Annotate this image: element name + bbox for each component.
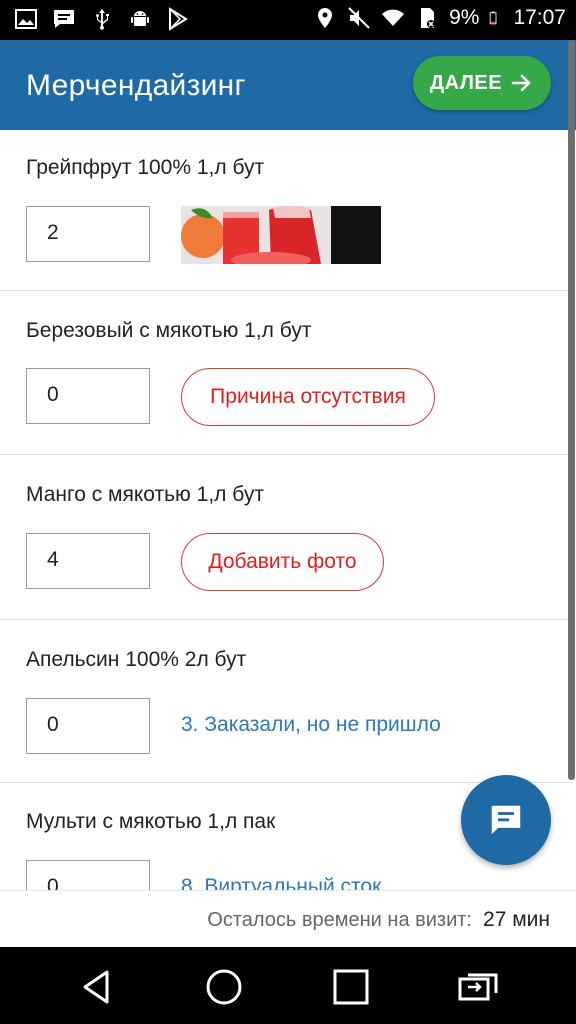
quantity-value: 2 [47, 221, 59, 244]
arrow-right-icon [511, 74, 531, 92]
list-item: Грейпфрут 100% 1,л бут 2 [0, 130, 570, 291]
quantity-value: 0 [47, 875, 59, 890]
next-button-label: ДАЛЕЕ [429, 71, 503, 94]
absence-status-link[interactable]: 8. Виртуальный сток [181, 875, 381, 890]
product-photo-thumbnail[interactable] [181, 206, 381, 264]
product-title: Манго с мякотью 1,л бут [26, 483, 264, 506]
play-store-icon [169, 7, 188, 31]
absence-reason-button[interactable]: Причина отсутствия [181, 368, 435, 426]
usb-icon [96, 9, 109, 30]
mute-icon [348, 7, 370, 29]
chat-fab-button[interactable] [461, 775, 551, 865]
message-icon [54, 10, 74, 28]
app-bar: Мерчендайзинг ДАЛЕЕ [0, 40, 576, 130]
quantity-value: 0 [47, 713, 59, 736]
switch-icon[interactable] [458, 967, 498, 1007]
clock: 17:07 [513, 6, 566, 29]
time-left-value: 27 мин [483, 908, 550, 931]
chat-icon [491, 805, 521, 835]
android-icon [131, 11, 149, 26]
quantity-field[interactable]: 0 [26, 860, 150, 890]
quantity-field[interactable]: 0 [26, 368, 150, 424]
add-photo-button[interactable]: Добавить фото [181, 533, 384, 591]
list-item: Апельсин 100% 2л бут 0 3. Заказали, но н… [0, 620, 570, 783]
list-item: Березовый с мякотью 1,л бут 0 Причина от… [0, 291, 570, 455]
quantity-field[interactable]: 4 [26, 533, 150, 589]
time-left-label: Осталось времени на визит: [207, 909, 472, 931]
scrollbar[interactable] [568, 40, 575, 780]
quantity-field[interactable]: 0 [26, 698, 150, 754]
grapefruit-juice-photo [181, 206, 381, 264]
battery-icon [490, 11, 497, 25]
recents-icon[interactable] [331, 967, 371, 1007]
image-icon [15, 9, 37, 29]
status-bar: 9% 17:07 [0, 0, 576, 40]
status-bar-system: 9% 17:07 [313, 6, 566, 30]
list-item: Манго с мякотью 1,л бут 4 Добавить фото [0, 455, 570, 620]
quantity-value: 4 [47, 548, 59, 571]
absence-status-link[interactable]: 3. Заказали, но не пришло [181, 713, 441, 737]
product-title: Мульти с мякотью 1,л пак [26, 810, 276, 833]
next-button[interactable]: ДАЛЕЕ [413, 56, 551, 110]
home-icon[interactable] [204, 967, 244, 1007]
back-icon[interactable] [77, 967, 117, 1007]
page-title: Мерчендайзинг [26, 69, 246, 102]
location-icon [318, 8, 333, 28]
product-title: Апельсин 100% 2л бут [26, 648, 247, 671]
quantity-value: 0 [47, 383, 59, 406]
quantity-field[interactable]: 2 [26, 206, 150, 262]
visit-timer-bar: Осталось времени на визит: 27 мин [0, 890, 576, 947]
wifi-icon [382, 9, 405, 26]
product-list[interactable]: Грейпфрут 100% 1,л бут 2 Березовый с мяк… [0, 130, 576, 890]
status-bar-notifications [14, 7, 190, 31]
no-sim-icon [421, 8, 436, 28]
product-title: Березовый с мякотью 1,л бут [26, 319, 312, 342]
product-title: Грейпфрут 100% 1,л бут [26, 156, 265, 179]
battery-percent: 9% [449, 6, 480, 29]
navigation-bar [0, 947, 576, 1024]
